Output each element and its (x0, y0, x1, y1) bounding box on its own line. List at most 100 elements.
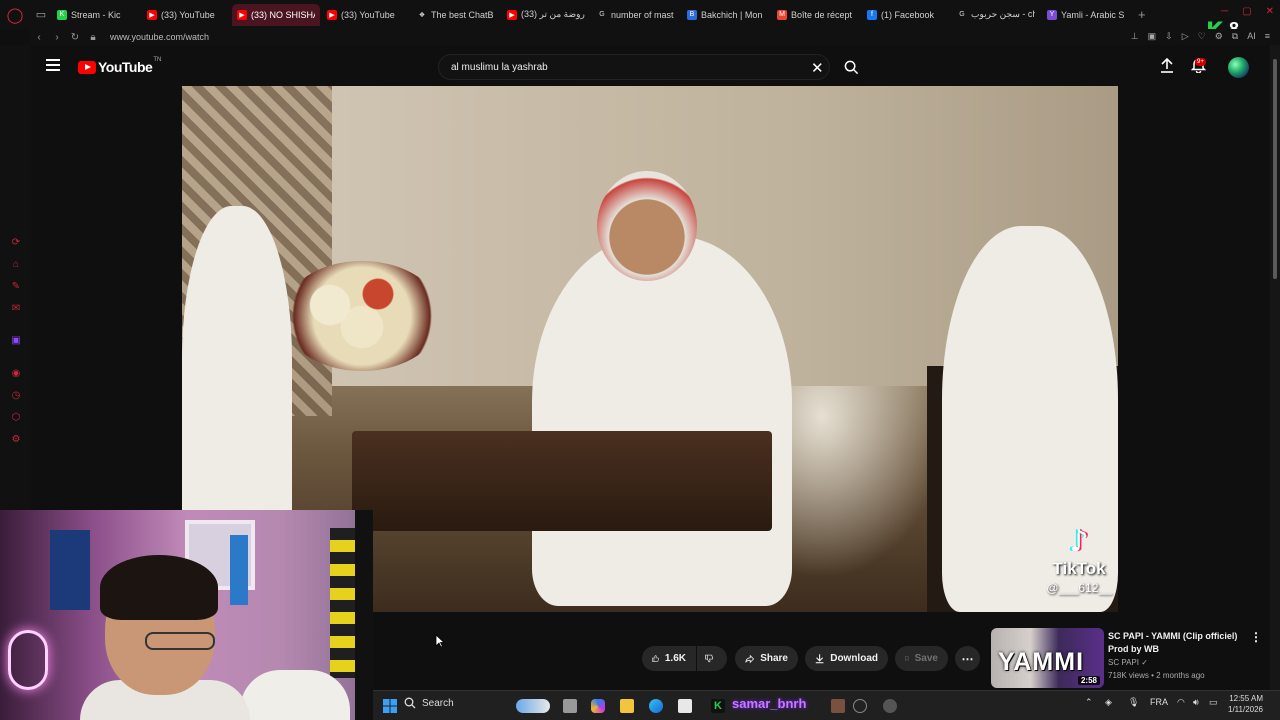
tab-label: (33) NO SHISHA NO SIGA (251, 9, 315, 20)
kick-app-icon[interactable]: K (711, 699, 725, 713)
sidebar-twitch-icon[interactable]: ▣ (10, 335, 22, 347)
sidebar-history-icon[interactable]: ◷ (10, 390, 22, 402)
tiktok-username: @___612__ (1046, 581, 1112, 595)
volume-icon[interactable]: 🔊︎ (1193, 697, 1199, 708)
search-button[interactable] (836, 54, 866, 80)
media-player-icon[interactable] (853, 699, 867, 713)
youtube-logo[interactable]: YouTube TN (78, 57, 161, 75)
search-query[interactable]: al muslimu la yashrab (451, 62, 548, 73)
clock-date: 1/11/2026 (1228, 705, 1263, 714)
minimize-icon[interactable]: ─ (1221, 6, 1228, 17)
tab-favicon-icon: G (599, 11, 605, 18)
scrollbar-thumb[interactable] (1273, 59, 1277, 279)
browser-tab[interactable]: G سجن حربوب - ch (952, 4, 1040, 26)
sidebar-crypto-icon[interactable]: ⌂ (10, 259, 22, 271)
maximize-icon[interactable]: ▢ (1242, 6, 1251, 17)
browser-menu-icon[interactable]: ≡ (1265, 31, 1270, 42)
tray-app-icon[interactable]: ◈ (1105, 697, 1112, 708)
close-window-icon[interactable]: ✕ (1266, 6, 1274, 17)
webcam-streamer-hair (100, 555, 218, 620)
tab-favicon-icon: ❖ (418, 11, 426, 19)
pin-icon[interactable]: ⊥ (1131, 31, 1139, 42)
tab-favicon-icon: M (777, 9, 787, 20)
sidebar-mail-icon[interactable]: ✉ (10, 303, 22, 315)
browser-tab[interactable]: Y Yamli - Arabic S (1042, 4, 1130, 26)
forward-icon[interactable]: › (48, 32, 66, 43)
browser-tab[interactable]: K Stream - Kic (52, 4, 140, 26)
windows-start-icon[interactable] (383, 699, 397, 713)
hamburger-menu-icon[interactable] (46, 59, 60, 71)
recommendation-thumbnail[interactable]: YAMMI 2:58 (991, 628, 1104, 688)
dislike-button[interactable] (697, 646, 727, 671)
avatar[interactable] (1228, 57, 1249, 78)
tab-favicon-icon: ▶ (507, 9, 517, 20)
tab-overview-icon[interactable]: ▭ (30, 0, 52, 29)
new-tab-button[interactable]: + (1138, 7, 1146, 22)
recommendation-menu-icon[interactable]: ⋮ (1250, 630, 1262, 644)
wifi-icon[interactable]: ◠ (1177, 697, 1185, 708)
sidebar-aria-icon[interactable]: ⟳ (10, 237, 22, 249)
tray-chevron-icon[interactable]: ⌃ (1085, 697, 1093, 708)
sidebar-settings-icon[interactable]: ⚙ (10, 434, 22, 446)
app-thumbnail-icon[interactable] (831, 699, 845, 713)
recommendation-channel[interactable]: SC PAPI ✓ (1108, 658, 1148, 667)
download-button[interactable]: Download (805, 646, 888, 671)
copilot-icon[interactable] (591, 699, 605, 713)
page-scrollbar[interactable] (1270, 45, 1280, 690)
browser-tab[interactable]: Gnumber of mast (592, 4, 680, 26)
edge-icon[interactable] (649, 699, 663, 713)
verified-icon: ✓ (1141, 658, 1148, 667)
file-explorer-icon[interactable] (620, 699, 634, 713)
clear-search-icon[interactable]: ✕ (811, 59, 824, 77)
browser-tab[interactable]: ▶ (33) NO SHISHA NO SIGA (232, 3, 320, 26)
browser-tab[interactable]: f (1) Facebook (862, 4, 950, 26)
browser-tab[interactable]: ▶ (33) YouTube (142, 4, 230, 26)
search-input[interactable]: al muslimu la yashrab ✕ (438, 54, 830, 80)
reload-icon[interactable]: ↻ (66, 32, 84, 43)
taskbar-widget-icon[interactable] (516, 699, 550, 713)
microphone-icon[interactable]: 🎙︎ (1128, 697, 1139, 708)
store-icon[interactable] (678, 699, 692, 713)
taskview-icon[interactable] (563, 699, 577, 713)
tab-label: The best ChatB (431, 9, 494, 20)
browser-tabstrip: ◯ ▭ K Stream - Kic ▶ (33) YouTube ▶ (33) NO S… (0, 0, 1280, 29)
settings-icon[interactable]: ⚙ (1215, 31, 1223, 42)
taskbar-clock[interactable]: 12:55 AM 1/11/2026 (1228, 693, 1263, 715)
browser-tab[interactable]: ▶ (33) YouTube (322, 4, 410, 26)
heart-icon[interactable]: ♡ (1198, 31, 1206, 42)
clock-time: 12:55 AM (1229, 694, 1263, 703)
upload-button[interactable] (1160, 57, 1174, 73)
window-controls: ─ ▢ ✕ (1221, 6, 1274, 17)
download-label: Download (830, 653, 878, 664)
more-actions-button[interactable]: ⋯ (955, 646, 980, 671)
taskbar-settings-icon[interactable] (883, 699, 897, 713)
download-icon[interactable]: ⇩ (1165, 31, 1173, 42)
browser-tab[interactable]: B Bakchich | Mon (682, 4, 770, 26)
webcam-chair (240, 670, 350, 720)
recommendation-meta: 718K views • 2 months ago (1108, 671, 1205, 680)
play-icon[interactable]: ▷ (1182, 31, 1189, 42)
url-field[interactable]: www.youtube.com/watch (110, 32, 209, 42)
browser-tab[interactable]: ▶ روضة من تر (33) (502, 4, 590, 26)
sidebar-player-icon[interactable]: ◉ (10, 368, 22, 380)
recommendation-title[interactable]: SC PAPI - YAMMI (Clip officiel) Prod by … (1108, 630, 1248, 656)
sidebar-messenger-icon[interactable]: ✎ (10, 281, 22, 293)
webcam-flag (230, 535, 248, 605)
share-button[interactable]: Share (735, 646, 798, 671)
save-button[interactable]: Save (895, 646, 948, 671)
taskbar-search[interactable]: Search (404, 697, 454, 709)
back-icon[interactable]: ‹ (30, 32, 48, 43)
extensions-icon[interactable]: ⧉ (1232, 31, 1238, 42)
tab-label: Boîte de récept (791, 9, 853, 20)
ai-button[interactable]: AI (1247, 31, 1256, 42)
taskbar-search-icon (404, 697, 416, 709)
tab-favicon-icon: f (867, 9, 877, 20)
language-indicator[interactable]: FRA (1150, 697, 1168, 707)
battery-icon[interactable]: ▭ (1209, 697, 1218, 708)
browser-tab[interactable]: M Boîte de récept (772, 4, 860, 26)
opera-logo-icon[interactable]: ◯ (0, 0, 30, 29)
like-button[interactable]: 1.6K (642, 646, 696, 671)
sidebar-pinboard-icon[interactable]: ⬡ (10, 412, 22, 424)
browser-tab[interactable]: ❖ The best ChatB (412, 4, 500, 26)
snapshot-icon[interactable]: ▣ (1148, 31, 1157, 42)
